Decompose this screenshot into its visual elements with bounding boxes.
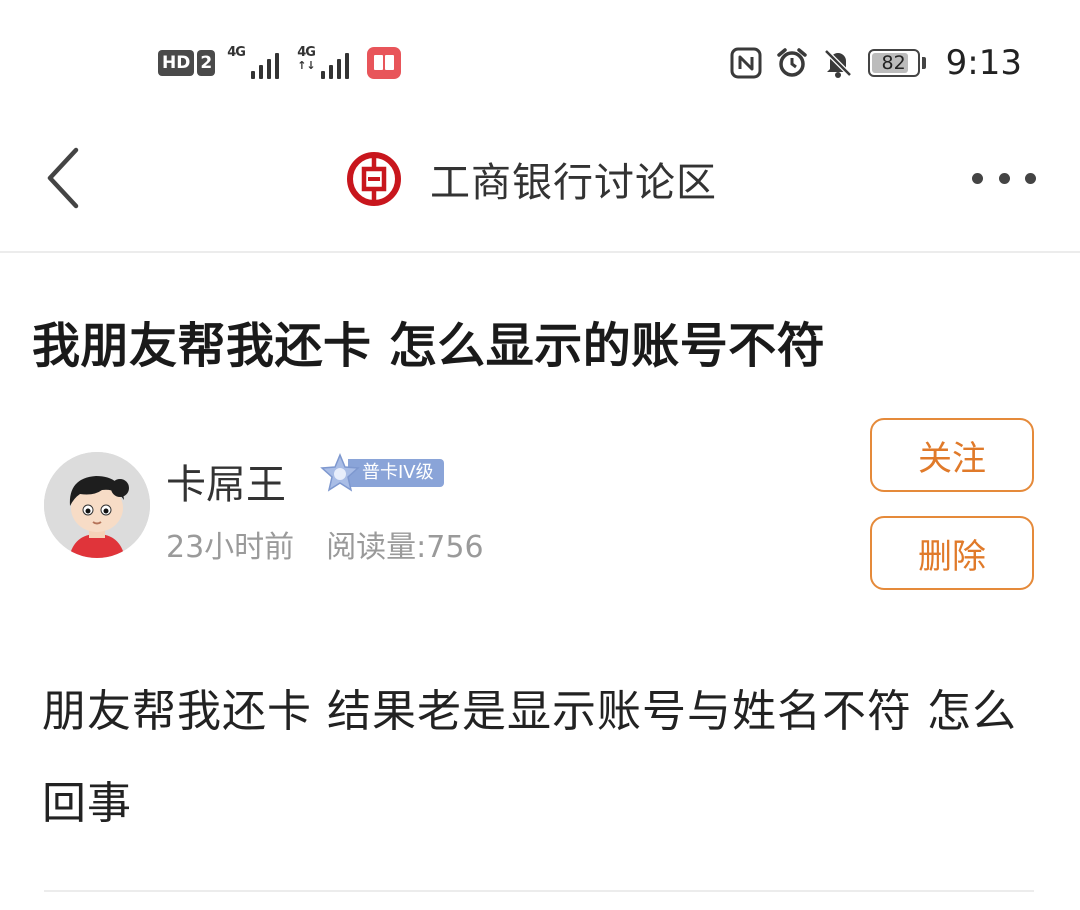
mute-icon <box>823 49 852 78</box>
post-time: 23小时前 <box>166 530 295 565</box>
status-left-group: HD 2 4G 4G ↑↓ <box>158 44 402 82</box>
author-avatar[interactable] <box>44 452 150 558</box>
hd-label: HD <box>158 50 195 76</box>
hd-voice-icon: HD 2 <box>158 50 216 76</box>
network-type-label-2: 4G <box>297 45 316 60</box>
author-name[interactable]: 卡屌王 <box>166 452 286 510</box>
page-title: 工商银行讨论区 <box>430 160 717 206</box>
delete-button[interactable]: 删除 <box>870 516 1034 590</box>
chevron-left-icon <box>47 147 79 209</box>
book-app-icon <box>367 47 402 79</box>
signal-strength-icon-2: 4G ↑↓ <box>297 45 355 81</box>
back-button[interactable] <box>36 142 96 214</box>
status-bar: HD 2 4G 4G ↑↓ 82 9:13 <box>0 0 1080 120</box>
status-right-group: 82 9:13 <box>730 42 1022 84</box>
clock: 9:13 <box>945 43 1022 83</box>
sim-number: 2 <box>197 50 216 76</box>
battery-icon: 82 <box>867 49 926 77</box>
battery-level: 82 <box>881 52 906 74</box>
post-title: 我朋友帮我还卡 怎么显示的账号不符 <box>32 318 826 374</box>
level-badge: 普卡IV级 <box>320 453 444 492</box>
network-type-label: 4G <box>227 45 246 60</box>
icbc-logo-icon <box>347 152 401 206</box>
signal-strength-icon: 4G <box>227 45 285 81</box>
level-label: 普卡IV级 <box>348 459 444 487</box>
post-meta: 23小时前 阅读量:756 <box>166 522 484 566</box>
avatar-icon <box>44 452 150 558</box>
nav-title-group: 工商银行讨论区 <box>346 150 717 208</box>
nfc-icon <box>730 47 762 79</box>
level-star-icon <box>320 453 360 492</box>
more-dots-icon <box>972 172 983 184</box>
more-options-button[interactable] <box>972 162 1036 194</box>
divider <box>44 890 1034 892</box>
follow-button[interactable]: 关注 <box>870 418 1034 492</box>
alarm-icon <box>776 48 807 77</box>
nav-bar: 工商银行讨论区 <box>0 120 1080 253</box>
post-body: 朋友帮我还卡 结果老是显示账号与姓名不符 怎么回事 <box>42 686 1017 829</box>
view-count: 阅读量:756 <box>326 530 484 565</box>
